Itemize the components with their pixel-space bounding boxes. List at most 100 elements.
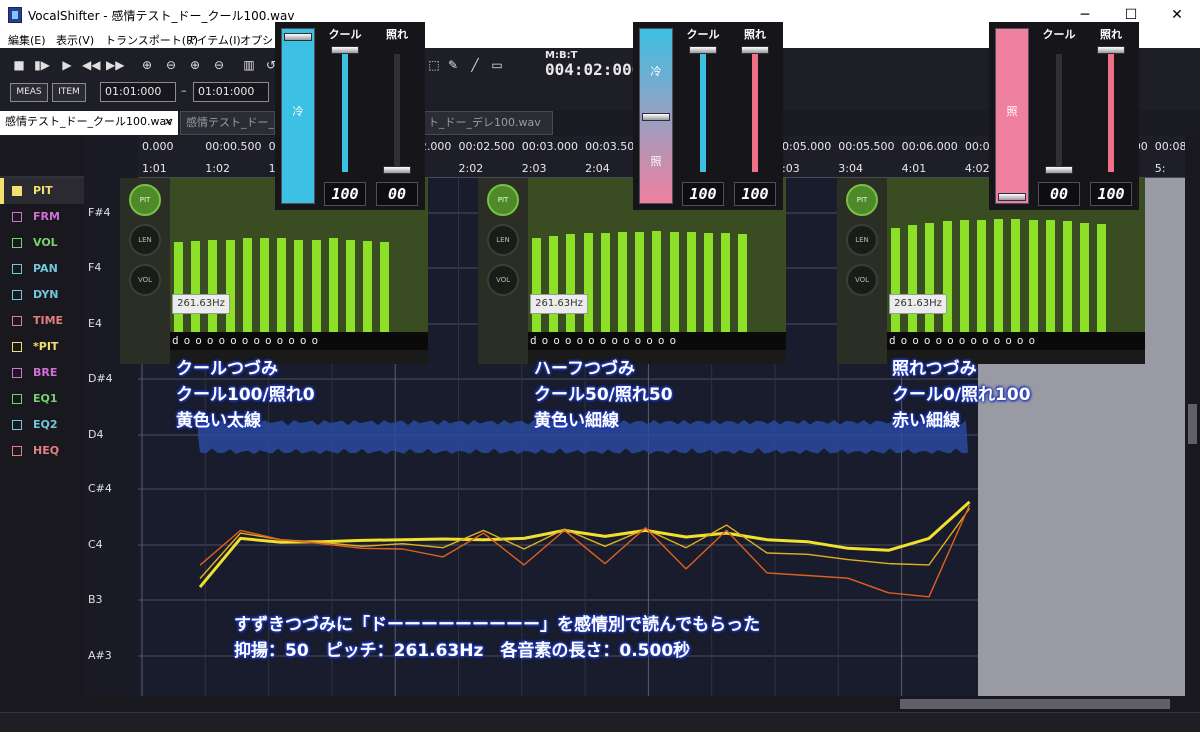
volume-bar[interactable]: [294, 240, 304, 332]
select-rect-icon[interactable]: ⬚: [425, 57, 443, 73]
menu-edit[interactable]: 編集(E): [8, 32, 46, 48]
line-tool-icon[interactable]: ╱: [466, 57, 484, 73]
vertical-scroll-thumb[interactable]: [1188, 404, 1197, 444]
cool-slider-handle[interactable]: [331, 46, 359, 54]
track-vol[interactable]: VOL: [0, 230, 84, 256]
emotion-bar[interactable]: 冷照: [639, 28, 673, 204]
knob-vol[interactable]: VOL: [846, 264, 878, 296]
knob-len[interactable]: LEN: [846, 224, 878, 256]
track-frm[interactable]: FRM: [0, 204, 84, 230]
cool-slider-track[interactable]: [700, 54, 706, 172]
book-icon[interactable]: ▥: [240, 57, 258, 73]
stop-icon[interactable]: ■: [10, 57, 28, 73]
volume-bar[interactable]: [618, 232, 627, 332]
track-time[interactable]: TIME: [0, 308, 84, 334]
volume-bar[interactable]: [566, 234, 576, 332]
knob-vol[interactable]: VOL: [129, 264, 161, 296]
zoom-out-h-icon[interactable]: ⊖: [162, 57, 180, 73]
emotion-bar[interactable]: 照: [995, 28, 1029, 204]
track-checkbox[interactable]: [12, 212, 22, 222]
track-eq2[interactable]: EQ2: [0, 412, 84, 438]
rect-tool-icon[interactable]: ▭: [488, 57, 506, 73]
emotion-handle[interactable]: [284, 33, 312, 41]
volume-bar[interactable]: [942, 221, 952, 332]
play-start-icon[interactable]: ▮▶: [33, 57, 51, 73]
tab-close-icon[interactable]: ×: [164, 111, 173, 133]
volume-bar[interactable]: [1011, 219, 1021, 332]
track-checkbox[interactable]: [12, 316, 22, 326]
menu-item[interactable]: アイテム(I): [186, 32, 241, 48]
volume-bar[interactable]: [669, 232, 679, 332]
volume-bar[interactable]: [583, 233, 593, 332]
track-checkbox[interactable]: [12, 290, 22, 300]
track-pan[interactable]: PAN: [0, 256, 84, 282]
menu-transport[interactable]: トランスポート(R): [105, 32, 198, 48]
track-checkbox[interactable]: [12, 342, 22, 352]
volume-bar[interactable]: [738, 234, 748, 332]
cool-slider-handle[interactable]: [689, 46, 717, 54]
volume-bar[interactable]: [600, 233, 610, 332]
volume-bar[interactable]: [346, 240, 355, 332]
shy-slider-track[interactable]: [1108, 54, 1114, 172]
track-checkbox[interactable]: [12, 238, 22, 248]
shy-slider-track[interactable]: [752, 54, 758, 172]
end-time-field[interactable]: 01:01:000: [193, 82, 269, 102]
track-checkbox[interactable]: [12, 264, 22, 274]
knob-pit[interactable]: PIT: [129, 184, 161, 216]
track-dyn[interactable]: DYN: [0, 282, 84, 308]
knob-len[interactable]: LEN: [487, 224, 519, 256]
volume-bar[interactable]: [532, 238, 541, 332]
track-checkbox[interactable]: [12, 368, 22, 378]
emotion-handle[interactable]: [998, 193, 1026, 201]
volume-bar[interactable]: [977, 220, 986, 332]
knob-pit[interactable]: PIT: [846, 184, 878, 216]
volume-bar[interactable]: [721, 233, 731, 332]
volume-bar[interactable]: [1045, 220, 1055, 332]
volume-bar[interactable]: [260, 238, 269, 332]
tab-cool100[interactable]: 感情テスト_ドー_クール100.wav ×: [0, 111, 178, 135]
volume-bar[interactable]: [191, 241, 201, 332]
zoom-in-v-icon[interactable]: ⊕: [186, 57, 204, 73]
volume-bar[interactable]: [549, 236, 559, 332]
track-checkbox[interactable]: [12, 186, 22, 196]
volume-bar[interactable]: [994, 219, 1004, 332]
track-checkbox[interactable]: [12, 394, 22, 404]
emotion-bar[interactable]: 冷: [281, 28, 315, 204]
volume-bar[interactable]: [328, 238, 338, 332]
play-icon[interactable]: ▶: [58, 57, 76, 73]
vertical-scrollbar[interactable]: [1185, 136, 1200, 696]
knob-pit[interactable]: PIT: [487, 184, 519, 216]
cool-slider-track[interactable]: [342, 54, 348, 172]
phoneme-row[interactable]: doooooooooooo: [887, 332, 1145, 350]
volume-bar[interactable]: [174, 242, 183, 332]
zoom-in-h-icon[interactable]: ⊕: [138, 57, 156, 73]
track-pit[interactable]: PIT: [0, 178, 84, 204]
menu-view[interactable]: 表示(V): [56, 32, 94, 48]
track-checkbox[interactable]: [12, 420, 22, 430]
volume-bar[interactable]: [380, 242, 390, 332]
meas-button[interactable]: MEAS: [10, 83, 48, 102]
tab-second[interactable]: 感情テスト_ドー_ク: [180, 111, 275, 135]
knob-vol[interactable]: VOL: [487, 264, 519, 296]
track-heq[interactable]: HEQ: [0, 438, 84, 464]
track-star-pit[interactable]: *PIT: [0, 334, 84, 360]
item-button[interactable]: ITEM: [52, 83, 86, 102]
pencil-icon[interactable]: ✎: [444, 57, 462, 73]
tab-dere100[interactable]: ト_ドー_デレ100.wav: [422, 111, 553, 135]
volume-bar[interactable]: [704, 233, 713, 332]
volume-bar[interactable]: [1028, 220, 1038, 332]
phoneme-row[interactable]: doooooooooooo: [528, 332, 786, 350]
volume-bar[interactable]: [1080, 223, 1090, 332]
start-time-field[interactable]: 01:01:000: [100, 82, 176, 102]
close-button[interactable]: ✕: [1154, 0, 1200, 30]
volume-bar[interactable]: [652, 231, 662, 332]
volume-bar[interactable]: [311, 240, 321, 332]
volume-bar[interactable]: [908, 225, 918, 332]
shy-slider-handle[interactable]: [741, 46, 769, 54]
volume-bar[interactable]: [635, 232, 645, 332]
rewind-icon[interactable]: ◀◀: [82, 57, 100, 73]
track-eq1[interactable]: EQ1: [0, 386, 84, 412]
volume-bar[interactable]: [242, 238, 252, 332]
volume-bar[interactable]: [891, 228, 900, 332]
volume-bar[interactable]: [686, 232, 696, 332]
